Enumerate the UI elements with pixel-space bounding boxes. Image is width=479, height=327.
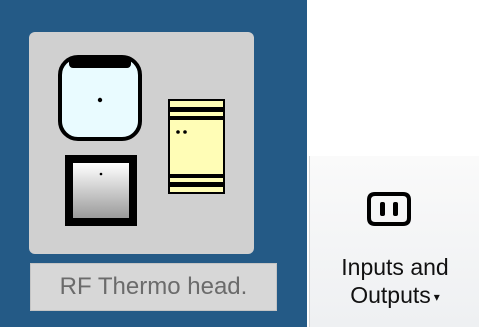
thermo-head-icon [65, 155, 137, 226]
dropdown-caret-icon: ▾ [433, 289, 440, 304]
thermostat-icon [58, 55, 142, 141]
outputs-text: Outputs [350, 282, 431, 308]
inputs-and-outputs-label: Inputs and Outputs ▾ [310, 253, 479, 311]
device-tile-rf-thermo-head[interactable]: RF Thermo head. [0, 0, 307, 327]
din-rail-module-icon [168, 99, 225, 194]
power-socket-icon [367, 192, 411, 226]
device-tile-image [29, 32, 254, 254]
device-icon-group [58, 55, 225, 226]
device-tile-caption: RF Thermo head. [30, 263, 277, 311]
inputs-and-outputs-line2: Outputs ▾ [310, 281, 479, 311]
inputs-and-outputs-line1: Inputs and [341, 254, 449, 280]
inputs-and-outputs-button[interactable]: Inputs and Outputs ▾ [309, 156, 479, 327]
